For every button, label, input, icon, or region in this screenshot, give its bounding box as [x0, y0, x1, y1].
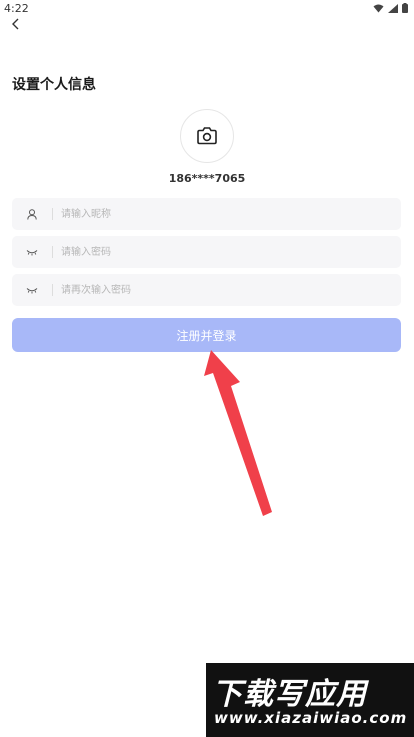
battery-icon	[402, 3, 408, 13]
eye-closed-icon[interactable]	[12, 287, 52, 294]
camera-icon	[197, 127, 217, 145]
nickname-field[interactable]	[12, 198, 401, 230]
watermark-main-text: 下载写应用	[212, 677, 367, 712]
register-login-button[interactable]: 注册并登录	[12, 318, 401, 352]
watermark-url-text: www.xiazaiwiao.com	[214, 709, 408, 727]
phone-number: 186****7065	[168, 172, 246, 185]
chevron-left-icon	[12, 18, 19, 30]
signal-icon	[388, 3, 398, 13]
page-title: 设置个人信息	[12, 77, 96, 93]
wifi-icon	[373, 4, 384, 12]
eye-closed-icon[interactable]	[12, 249, 52, 256]
user-icon	[12, 208, 52, 220]
password-confirm-input[interactable]	[61, 276, 401, 304]
avatar-upload-button[interactable]	[180, 109, 234, 163]
status-bar: 4:22	[0, 0, 414, 18]
field-divider	[52, 208, 53, 220]
password-input[interactable]	[61, 238, 401, 266]
status-icons	[373, 3, 408, 13]
watermark-logo: 下载写应用 www.xiazaiwiao.com	[206, 663, 414, 737]
password-field[interactable]	[12, 236, 401, 268]
field-divider	[52, 284, 53, 296]
back-button[interactable]	[6, 14, 26, 34]
nickname-input[interactable]	[61, 200, 401, 228]
password-confirm-field[interactable]	[12, 274, 401, 306]
field-divider	[52, 246, 53, 258]
